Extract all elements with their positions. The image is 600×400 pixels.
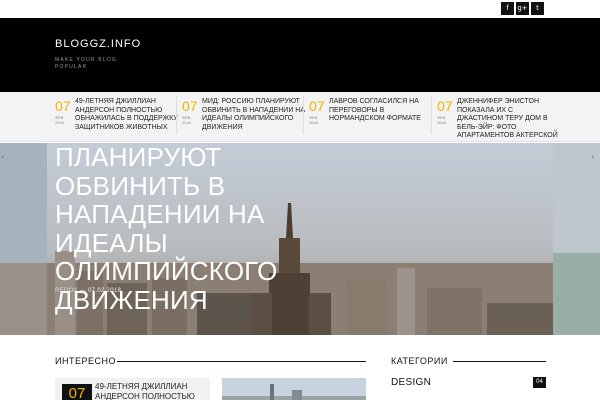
ticker-divider bbox=[303, 96, 304, 134]
ticker-headline[interactable]: ДЖЕННИФЕР ЭНИСТОН ПОКАЗАЛА ИХ С ДЖАСТИНО… bbox=[457, 98, 561, 141]
ticker-divider bbox=[431, 96, 432, 134]
ticker-date: ФЕВ 2018 bbox=[437, 115, 446, 125]
hero-author[interactable]: REDOX bbox=[55, 288, 78, 294]
ticker-headline[interactable]: МИД: РОССИЮ ПЛАНИРУЮТ ОБВИНИТЬ В НАПАДЕН… bbox=[202, 98, 306, 132]
ticker-divider bbox=[176, 96, 177, 134]
site-header: BLOGGZ.INFO MAKE YOUR BLOG POPULAR bbox=[0, 18, 600, 92]
ticker-date: ФЕВ 2018 bbox=[55, 115, 64, 125]
meta-separator: — bbox=[77, 288, 89, 294]
next-slide-preview[interactable] bbox=[553, 143, 600, 335]
section-title-categories: КАТЕГОРИИ bbox=[391, 356, 448, 366]
ticker-day: 07 bbox=[309, 98, 325, 114]
ticker-day: 07 bbox=[182, 98, 198, 114]
prev-slide-preview[interactable] bbox=[0, 143, 47, 335]
news-ticker: 07 ФЕВ 2018 49-ЛЕТНЯЯ ДЖИЛЛИАН АНДЕРСОН … bbox=[0, 92, 600, 142]
category-count-badge: 04 bbox=[533, 377, 546, 388]
ticker-headline[interactable]: ЛАВРОВ СОГЛАСИЛСЯ НА ПЕРЕГОВОРЫ В НОРМАН… bbox=[329, 98, 433, 124]
top-bar: f g+ t bbox=[0, 0, 600, 18]
ticker-date: ФЕВ 2018 bbox=[309, 115, 318, 125]
ticker-day: 07 bbox=[437, 98, 453, 114]
ticker-date: ФЕВ 2018 bbox=[182, 115, 191, 125]
google-plus-icon[interactable]: g+ bbox=[516, 2, 529, 15]
featured-post-card[interactable]: 07 49-ЛЕТНЯЯ ДЖИЛЛИАН АНДЕРСОН ПОЛНОСТЬЮ bbox=[55, 378, 210, 400]
ticker-day: 07 bbox=[55, 98, 71, 114]
post-title[interactable]: 49-ЛЕТНЯЯ ДЖИЛЛИАН АНДЕРСОН ПОЛНОСТЬЮ bbox=[95, 382, 207, 400]
category-link-design[interactable]: DESIGN bbox=[391, 377, 431, 388]
hero-meta: REDOX — 07.02.2018 bbox=[55, 288, 121, 294]
post-thumbnail[interactable] bbox=[222, 378, 366, 400]
hero-date: 07.02.2018 bbox=[88, 288, 122, 294]
slider-next-arrow-icon[interactable]: › bbox=[591, 152, 594, 161]
twitter-icon[interactable]: t bbox=[531, 2, 544, 15]
site-tagline: MAKE YOUR BLOG POPULAR bbox=[55, 57, 117, 70]
hero-slider: ПЛАНИРУЮТ ОБВИНИТЬ В НАПАДЕНИИ НА ИДЕАЛЫ… bbox=[0, 143, 600, 335]
slider-prev-arrow-icon[interactable]: ‹ bbox=[1, 152, 4, 161]
section-divider bbox=[117, 361, 366, 362]
section-title-interesting: ИНТЕРЕСНО bbox=[55, 356, 116, 366]
facebook-icon[interactable]: f bbox=[501, 2, 514, 15]
post-day-badge: 07 bbox=[62, 384, 92, 400]
site-logo[interactable]: BLOGGZ.INFO bbox=[55, 38, 141, 50]
ticker-headline[interactable]: 49-ЛЕТНЯЯ ДЖИЛЛИАН АНДЕРСОН ПОЛНОСТЬЮ ОБ… bbox=[75, 98, 179, 132]
section-divider bbox=[453, 361, 546, 362]
